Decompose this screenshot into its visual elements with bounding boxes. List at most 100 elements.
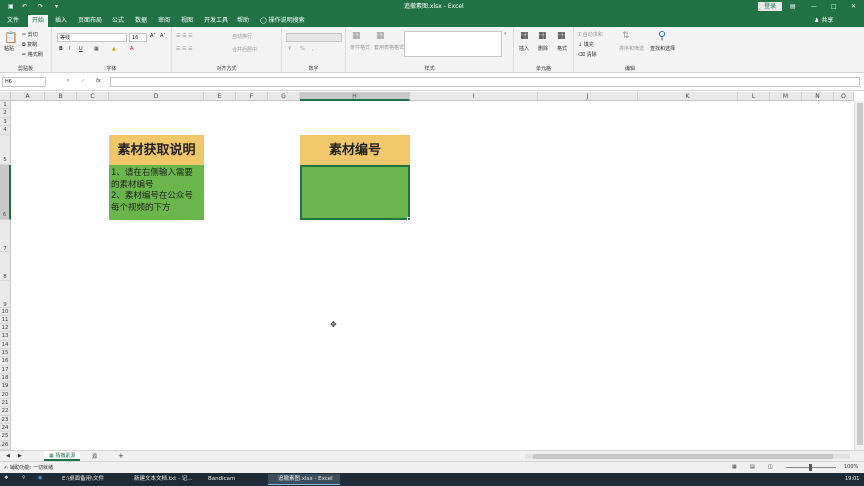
column-header[interactable]: G (268, 92, 300, 101)
scroll-thumb[interactable] (533, 454, 833, 459)
taskbar-item[interactable]: 新建文本文档.txt - 记... (124, 474, 196, 485)
maximize-icon[interactable]: □ (831, 1, 837, 12)
wrap-text-button[interactable]: 自动换行 (232, 33, 252, 40)
comma-icon[interactable]: , (312, 46, 314, 52)
zoom-slider[interactable] (786, 464, 836, 471)
clock[interactable]: 19:01 (845, 476, 859, 482)
column-header[interactable]: I (410, 92, 538, 101)
qat-dropdown-icon[interactable]: ▾ (55, 1, 58, 12)
column-header[interactable]: B (45, 92, 77, 101)
find-select-button[interactable]: 查找和选择 (650, 45, 675, 52)
prev-sheet-icon[interactable]: ◀ (6, 453, 10, 459)
row-header[interactable]: 4 (0, 126, 11, 135)
paste-icon[interactable]: 📋 (4, 31, 18, 44)
close-icon[interactable]: ✕ (851, 1, 856, 12)
redo-icon[interactable]: ↷ (38, 1, 43, 12)
row-header[interactable]: 13 (0, 332, 11, 341)
row-header[interactable]: 15 (0, 349, 11, 357)
align-left-icon[interactable]: ☰ ☰ ☰ (176, 46, 193, 52)
currency-icon[interactable]: ¥ (288, 46, 291, 52)
magnifier-icon[interactable]: ⚲ (658, 29, 666, 42)
page-layout-icon[interactable]: ▤ (750, 464, 755, 470)
tab-help[interactable]: 帮助 (233, 15, 253, 27)
enter-icon[interactable]: ✓ (81, 78, 85, 84)
percent-button[interactable]: % (300, 46, 305, 52)
conditional-format-icon[interactable]: ▦ (352, 31, 361, 41)
row-header[interactable]: 17 (0, 366, 11, 374)
autosum-button[interactable]: Σ 自动求和 (578, 31, 603, 38)
column-header[interactable]: N (802, 92, 834, 101)
cancel-icon[interactable]: ✕ (66, 78, 70, 84)
share-button[interactable]: ♟ 共享 (810, 15, 837, 27)
grow-font-icon[interactable]: A˄ (150, 33, 156, 39)
zoom-thumb[interactable] (809, 464, 812, 471)
paste-button[interactable]: 粘贴 (4, 45, 14, 52)
row-header[interactable]: 19 (0, 382, 11, 391)
row-header[interactable]: 16 (0, 357, 11, 366)
row-header[interactable]: 11 (0, 316, 11, 324)
column-header[interactable]: K (638, 92, 738, 101)
column-header[interactable]: O (834, 92, 854, 101)
row-header[interactable]: 8 (0, 252, 11, 281)
row-header[interactable]: 18 (0, 374, 11, 382)
save-icon[interactable]: ▣ (8, 1, 14, 12)
row-header[interactable]: 10 (0, 308, 11, 316)
row-header[interactable]: 1 (0, 101, 11, 109)
sheet-tab-active[interactable]: ▦ 猜撤素源 (44, 451, 81, 461)
tab-file[interactable]: 文件 (3, 15, 23, 27)
cell-d6[interactable]: 1、请在右侧输入需要 的素材编号 2、素材编号在公众号 每个视频的下方 (109, 165, 204, 220)
page-break-icon[interactable]: ◫ (768, 464, 773, 470)
sort-filter-icon[interactable]: ⇅ (622, 31, 630, 41)
bold-button[interactable]: B (59, 46, 63, 52)
delete-cells-button[interactable]: 删除 (538, 45, 548, 52)
align-top-icon[interactable]: ☰ ☰ ☰ (176, 33, 193, 39)
scroll-thumb[interactable] (857, 103, 863, 445)
add-sheet-button[interactable]: + (118, 452, 124, 460)
tell-me-search[interactable]: ◯ 操作说明搜索 (256, 15, 309, 27)
sheet-tab-other[interactable]: 源 (92, 453, 97, 460)
fill-color-icon[interactable]: ▲ (112, 46, 116, 52)
row-header[interactable]: 21 (0, 399, 11, 407)
tab-view[interactable]: 视图 (177, 15, 197, 27)
clear-button[interactable]: ⌫ 清除 (578, 51, 597, 58)
font-color-icon[interactable]: A (130, 46, 133, 52)
row-header[interactable]: 14 (0, 341, 11, 349)
taskbar-item[interactable]: E:\桌面备用\文件 (52, 474, 122, 485)
cell-styles-gallery[interactable] (404, 31, 502, 57)
horizontal-scrollbar[interactable] (525, 454, 850, 459)
minimize-icon[interactable]: — (811, 1, 817, 12)
start-icon[interactable]: ❖ (4, 475, 8, 481)
column-header[interactable]: J (538, 92, 638, 101)
copy-button[interactable]: ⧉ 复制 (22, 41, 37, 48)
shrink-font-icon[interactable]: A˅ (160, 33, 166, 39)
name-box[interactable]: H6 (2, 77, 46, 87)
row-header[interactable]: 9 (0, 281, 11, 308)
tab-insert[interactable]: 插入 (51, 15, 71, 27)
row-header[interactable]: 2 (0, 109, 11, 118)
row-header[interactable]: 25 (0, 432, 11, 441)
row-header[interactable]: 3 (0, 118, 11, 126)
ribbon-options-icon[interactable]: ▤ (790, 1, 796, 12)
undo-icon[interactable]: ↶ (22, 1, 27, 12)
tab-formulas[interactable]: 公式 (108, 15, 128, 27)
login-button[interactable]: 登录 (758, 2, 783, 11)
row-header[interactable]: 12 (0, 324, 11, 332)
taskbar-item-active[interactable]: 追撤素图.xlsx - Excel (268, 474, 340, 485)
fill-handle[interactable] (407, 217, 411, 221)
gallery-scroll-icon[interactable]: ▾ (504, 31, 507, 37)
format-cells-button[interactable]: 格式 (557, 45, 567, 52)
edge-icon[interactable]: ◉ (38, 475, 42, 481)
merge-center-button[interactable]: 合并后居中 (232, 46, 257, 53)
insert-function-icon[interactable]: fx (96, 78, 101, 84)
format-painter-button[interactable]: ✏ 格式刷 (22, 51, 43, 58)
column-header[interactable]: M (770, 92, 802, 101)
row-header[interactable]: 6 (0, 165, 11, 220)
row-header[interactable]: 5 (0, 135, 11, 165)
vertical-scrollbar[interactable] (854, 101, 864, 450)
underline-button[interactable]: U (79, 46, 83, 52)
font-size-select[interactable]: 16 (129, 33, 147, 42)
cell-d5[interactable]: 素材获取说明 (109, 135, 204, 165)
tab-data[interactable]: 数据 (131, 15, 151, 27)
delete-cells-icon[interactable]: ▦ (538, 31, 547, 41)
cell-h6-input[interactable] (300, 165, 410, 220)
